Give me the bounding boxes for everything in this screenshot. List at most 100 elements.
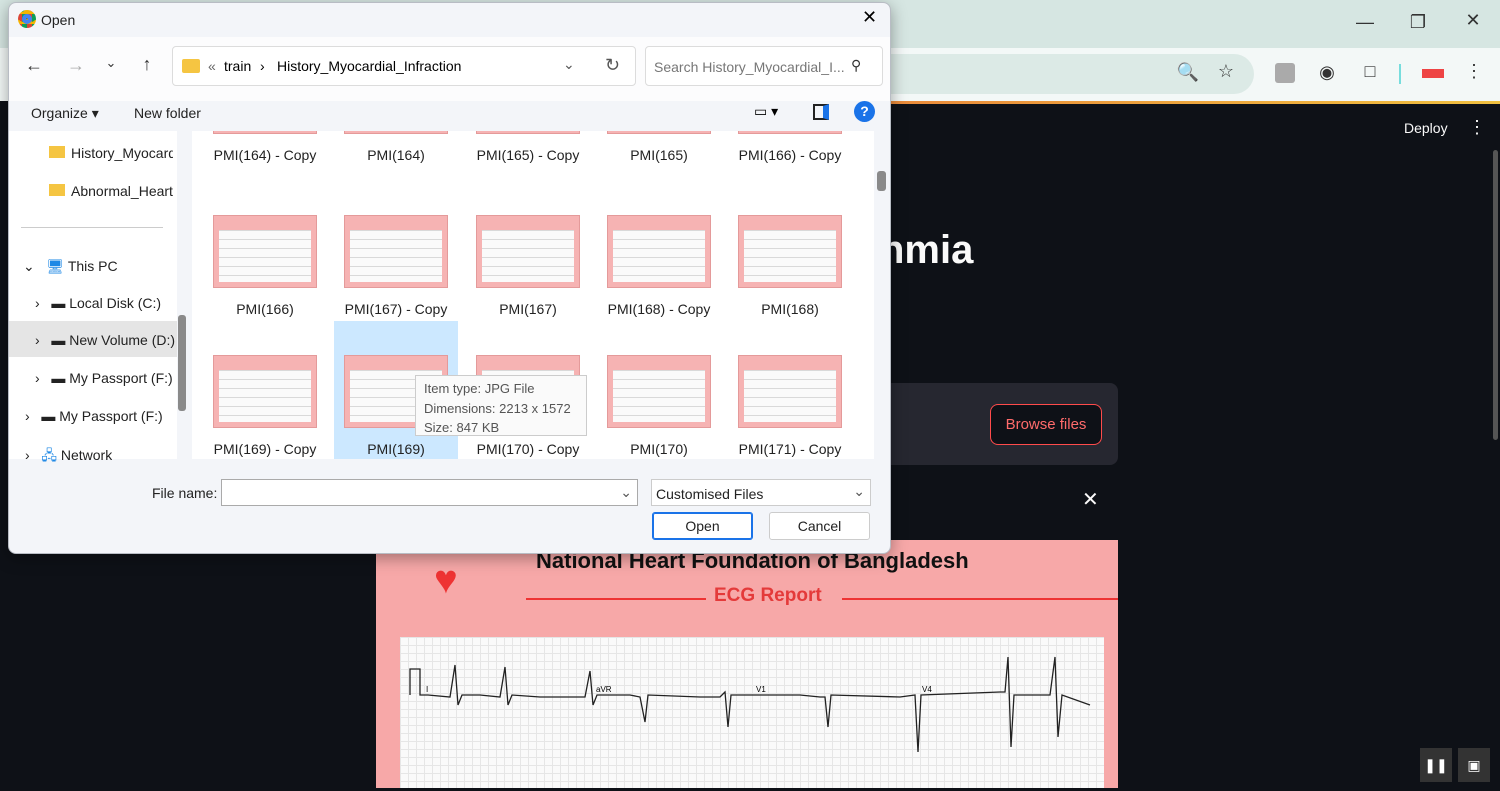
divider <box>1399 64 1401 84</box>
app-menu-icon[interactable]: ⋮ <box>1468 117 1486 138</box>
command-bar: Organize ▾ New folder ▭ ▾ ? <box>9 101 890 131</box>
sidebar-scrollbar[interactable] <box>178 315 186 411</box>
sidebar-label: My Passport (F:) <box>59 408 163 424</box>
file-item[interactable]: PMI(164) - Copy <box>203 131 327 199</box>
close-icon[interactable]: ✕ <box>1082 487 1099 512</box>
sidebar-item-new-volume[interactable]: › ▬ New Volume (D:) <box>35 332 177 348</box>
drive-icon: ▬ <box>51 370 66 386</box>
file-thumbnail <box>476 131 580 134</box>
picture-in-picture-icon[interactable]: ▣ <box>1458 748 1490 782</box>
open-button[interactable]: Open <box>652 512 753 540</box>
breadcrumb-current[interactable]: History_Myocardial_Infraction <box>277 58 461 74</box>
puzzle-extension-icon[interactable]: □ <box>1357 61 1383 82</box>
drive-icon: ▬ <box>41 408 56 424</box>
chevron-down-icon[interactable]: ⌄ <box>620 484 632 501</box>
file-name: PMI(169) <box>367 441 425 457</box>
tooltip-type: Item type: JPG File <box>424 381 535 396</box>
chevron-down-icon: ⌄ <box>853 483 865 499</box>
navigation-pane: History_Myocardial_Infraction Abnormal_H… <box>9 131 177 463</box>
divider <box>842 598 1118 600</box>
breadcrumb-train[interactable]: train <box>224 58 251 74</box>
pc-icon: 🖥 <box>46 258 65 274</box>
file-item[interactable]: PMI(167) <box>466 215 590 353</box>
sidebar-item-abnormal[interactable]: Abnormal_Heartbeat <box>49 183 173 199</box>
file-name-input[interactable]: ⌄ <box>221 479 638 506</box>
file-item[interactable]: PMI(164) <box>334 131 458 199</box>
file-thumbnail <box>476 215 580 288</box>
sidebar-item-this-pc[interactable]: ⌄ 🖥 This PC <box>23 258 118 275</box>
file-item[interactable]: PMI(165) - Copy <box>466 131 590 199</box>
file-item[interactable]: PMI(166) <box>203 215 327 353</box>
folder-icon <box>182 59 200 73</box>
file-item[interactable]: PMI(171) - Copy <box>728 355 852 459</box>
ok-extension-icon[interactable] <box>1422 69 1444 78</box>
kebab-menu-icon[interactable]: ⋮ <box>1461 61 1487 82</box>
deploy-button[interactable]: Deploy <box>1404 120 1448 136</box>
file-name: PMI(165) <box>630 147 688 163</box>
sidebar-label: New Volume (D:) <box>69 332 176 348</box>
dialog-close-icon[interactable]: ✕ <box>862 7 877 28</box>
file-thumbnail <box>344 215 448 288</box>
ecg-waveform <box>409 656 1091 753</box>
file-type-select[interactable]: Customised Files ⌄ <box>651 479 871 506</box>
file-name: PMI(168) - Copy <box>607 301 711 317</box>
address-breadcrumb[interactable]: « train › History_Myocardial_Infraction … <box>172 46 636 86</box>
organize-label: Organize <box>31 105 88 121</box>
heart-logo-icon: ♥ <box>434 558 458 602</box>
drive-icon: ▬ <box>51 295 66 311</box>
network-icon: 🖧 <box>41 447 57 463</box>
search-input[interactable]: Search History_Myocardial_I... <box>645 46 883 86</box>
file-name: PMI(168) <box>761 301 819 317</box>
refresh-icon[interactable]: ↻ <box>605 55 620 76</box>
recent-dropdown-icon[interactable]: ⌄ <box>98 55 124 71</box>
file-thumbnail <box>738 215 842 288</box>
panda-extension-icon[interactable]: ◉ <box>1314 62 1340 83</box>
up-icon[interactable]: ↑ <box>134 54 160 75</box>
navigation-bar: ← → ⌄ ↑ « train › History_Myocardial_Inf… <box>9 37 890 101</box>
file-thumbnail <box>344 131 448 134</box>
organize-button[interactable]: Organize ▾ <box>31 105 99 122</box>
file-item[interactable]: PMI(169) - Copy <box>203 355 327 459</box>
pause-icon[interactable]: ❚❚ <box>1420 748 1452 782</box>
forward-icon[interactable]: → <box>63 55 89 76</box>
sidebar-item-network[interactable]: › 🖧 Network <box>25 445 112 469</box>
lead-label: aVR <box>596 685 612 694</box>
open-file-dialog: Open ✕ ← → ⌄ ↑ « train › History_Myocard… <box>8 2 891 554</box>
profile-extension-icon[interactable] <box>1275 63 1295 83</box>
sidebar-item-my-passport[interactable]: › ▬ My Passport (F:) <box>35 370 177 386</box>
chevron-down-icon[interactable]: ⌄ <box>563 56 575 73</box>
back-icon[interactable]: ← <box>21 55 47 76</box>
file-name: PMI(171) - Copy <box>738 441 842 457</box>
zoom-out-icon[interactable]: 🔍 <box>1175 62 1201 83</box>
sidebar-item-my-passport-f[interactable]: › ▬ My Passport (F:) <box>25 408 163 424</box>
sidebar-item-local-disk[interactable]: › ▬ Local Disk (C:) <box>35 295 161 311</box>
restore-icon[interactable]: ❐ <box>1405 12 1431 33</box>
view-options-icon[interactable]: ▭ ▾ <box>754 103 778 120</box>
lead-label: V4 <box>922 685 932 694</box>
help-icon[interactable]: ? <box>854 101 875 122</box>
close-window-icon[interactable]: ✕ <box>1460 10 1486 31</box>
sidebar-label: Abnormal_Heartbeat <box>71 183 173 199</box>
browse-files-button[interactable]: Browse files <box>990 404 1102 445</box>
file-thumbnail <box>213 355 317 428</box>
new-folder-button[interactable]: New folder <box>134 105 201 121</box>
file-item[interactable]: PMI(168) - Copy <box>597 215 721 353</box>
preview-pane-icon[interactable] <box>813 104 829 120</box>
file-name: PMI(164) <box>367 147 425 163</box>
grid-scrollbar[interactable] <box>877 171 886 191</box>
file-item[interactable]: PMI(166) - Copy <box>728 131 852 199</box>
divider <box>21 227 163 228</box>
sidebar-item-history[interactable]: History_Myocardial_Infraction <box>49 145 173 161</box>
divider <box>526 598 706 600</box>
file-item[interactable]: PMI(165) <box>597 131 721 199</box>
file-thumbnail <box>607 215 711 288</box>
folder-icon <box>49 184 65 196</box>
star-icon[interactable]: ☆ <box>1213 61 1239 82</box>
minimize-icon[interactable]: — <box>1352 12 1378 33</box>
file-item[interactable]: PMI(170) <box>597 355 721 459</box>
app-scrollbar[interactable] <box>1493 150 1498 440</box>
cancel-button[interactable]: Cancel <box>769 512 870 540</box>
breadcrumb-prefix[interactable]: « <box>208 58 216 74</box>
dialog-title: Open <box>41 12 76 28</box>
file-item[interactable]: PMI(168) <box>728 215 852 353</box>
